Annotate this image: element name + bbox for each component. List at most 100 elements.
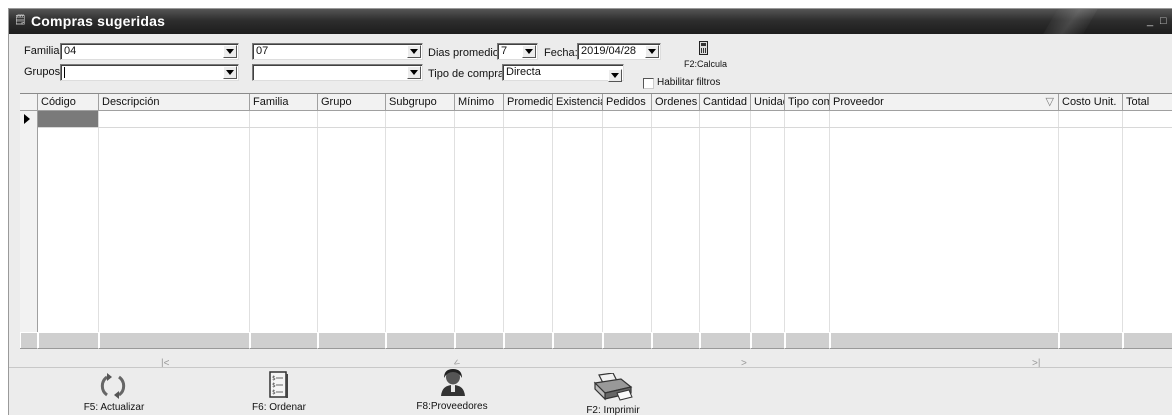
chevron-down-icon[interactable] — [223, 45, 237, 58]
app-icon: 🗒 — [14, 15, 27, 26]
habilitar-filtros-checkbox[interactable] — [643, 78, 654, 89]
grid-column — [386, 111, 455, 332]
window-title: Compras sugeridas — [31, 13, 166, 29]
grid-column — [553, 111, 603, 332]
column-header-promedio[interactable]: Promedio — [504, 94, 553, 111]
chevron-down-icon[interactable] — [645, 45, 659, 58]
grid-column — [455, 111, 504, 332]
svg-text:$: $ — [272, 389, 276, 396]
table-row[interactable] — [99, 111, 1172, 128]
grid-column — [250, 111, 318, 332]
title-bar: 🗒 Compras sugeridas _ □ — [9, 9, 1172, 34]
grid-column — [785, 111, 830, 332]
grupos-from-select[interactable] — [60, 64, 239, 81]
proveedores-label: F8:Proveedores — [416, 401, 488, 412]
minimize-button[interactable]: _ — [1147, 15, 1153, 27]
column-header-proveedor[interactable]: Proveedor ▽ — [830, 94, 1059, 111]
column-header-total[interactable]: Total — [1123, 94, 1172, 111]
printer-icon — [593, 373, 633, 401]
row-indicator-column — [20, 111, 38, 332]
grid-column — [318, 111, 386, 332]
fecha-label: Fecha: — [544, 47, 578, 59]
familias-from-select[interactable]: 04 — [60, 43, 239, 60]
refresh-icon — [100, 373, 126, 399]
grid-footer-cell — [553, 332, 603, 349]
fecha-value: 2019/04/28 — [581, 45, 637, 57]
habilitar-filtros-label[interactable]: Habilitar filtros — [657, 77, 720, 88]
grid-footer-cell — [830, 332, 1059, 349]
column-header-codigo[interactable]: Código — [38, 94, 99, 111]
calculator-icon[interactable] — [699, 41, 708, 55]
column-header-tipo-com[interactable]: Tipo com — [785, 94, 830, 111]
actualizar-button[interactable]: F5: Actualizar — [84, 371, 144, 415]
grid-footer-cell — [785, 332, 830, 349]
column-header-familia[interactable]: Familia — [250, 94, 318, 111]
ordenar-button[interactable]: $ $ $ F6: Ordenar — [249, 371, 309, 415]
user-icon — [441, 369, 465, 396]
tipo-compra-label: Tipo de compra: — [428, 68, 508, 80]
column-header-pedidos[interactable]: Pedidos — [603, 94, 652, 111]
grid-footer-cell — [99, 332, 250, 349]
grid-footer-cell — [386, 332, 455, 349]
grid-footer-cell — [751, 332, 785, 349]
imprimir-label: F2: Imprimir — [586, 405, 640, 416]
column-header-existencia[interactable]: Existencia — [553, 94, 603, 111]
data-grid[interactable]: Código Descripción Familia Grupo Subgrup… — [20, 93, 1172, 349]
grid-footer-cell — [1059, 332, 1123, 349]
grid-footer-cell — [20, 332, 38, 349]
dias-value: 7 — [501, 45, 508, 57]
familias-to-select[interactable]: 07 — [252, 43, 423, 60]
column-header-subgrupo[interactable]: Subgrupo — [386, 94, 455, 111]
grupos-to-select[interactable] — [252, 64, 423, 81]
main-window: 🗒 Compras sugeridas _ □ Familias: 04 07 … — [8, 8, 1172, 416]
column-header-ordenes[interactable]: Ordenes — [652, 94, 700, 111]
svg-text:$: $ — [272, 375, 276, 382]
grid-column — [1059, 111, 1123, 332]
column-header-cantidad[interactable]: Cantidad — [700, 94, 751, 111]
current-row-icon — [24, 114, 30, 124]
column-header-unidad[interactable]: Unidad — [751, 94, 785, 111]
text-cursor — [64, 67, 65, 78]
grid-column — [830, 111, 1059, 332]
grid-column — [751, 111, 785, 332]
dias-select[interactable]: 7 — [497, 43, 538, 60]
grid-footer-cell — [652, 332, 700, 349]
dias-label: Dias promedio: — [428, 47, 502, 59]
chevron-down-icon[interactable] — [223, 66, 237, 79]
chevron-down-icon[interactable] — [407, 45, 421, 58]
chevron-down-icon[interactable] — [407, 66, 421, 79]
calcula-label[interactable]: F2:Calcula — [684, 59, 727, 69]
column-header-grupo[interactable]: Grupo — [318, 94, 386, 111]
fecha-picker[interactable]: 2019/04/28 — [577, 43, 661, 60]
column-header-minimo[interactable]: Mínimo — [455, 94, 504, 111]
row-indicator-header — [20, 94, 38, 111]
column-header-descripcion[interactable]: Descripción — [99, 94, 250, 111]
grid-footer-cell — [455, 332, 504, 349]
grid-column — [652, 111, 700, 332]
chevron-down-icon[interactable] — [608, 69, 622, 82]
proveedor-header-label: Proveedor — [833, 96, 884, 108]
document-list-icon: $ $ $ — [269, 371, 288, 398]
familias-from-value: 04 — [64, 45, 77, 57]
imprimir-button[interactable]: F2: Imprimir — [583, 371, 643, 416]
selected-cell[interactable] — [38, 111, 99, 128]
grupos-label: Grupos: — [24, 66, 64, 78]
maximize-button[interactable]: □ — [1160, 15, 1167, 27]
grid-footer-cell — [318, 332, 386, 349]
grid-footer-cell — [700, 332, 751, 349]
toolbar-divider — [9, 367, 1172, 368]
tipo-compra-select[interactable]: Directa — [502, 64, 624, 82]
grid-footer-cell — [250, 332, 318, 349]
grid-footer-cell — [38, 332, 99, 349]
grid-column — [504, 111, 553, 332]
grid-footer-cell — [1123, 332, 1172, 349]
grid-footer-cell — [504, 332, 553, 349]
grid-footer-cell — [603, 332, 652, 349]
proveedores-button[interactable]: F8:Proveedores — [416, 369, 488, 415]
filter-icon[interactable]: ▽ — [1046, 94, 1054, 110]
ordenar-label: F6: Ordenar — [252, 402, 306, 413]
column-header-costo-unit[interactable]: Costo Unit. — [1059, 94, 1123, 111]
familias-to-value: 07 — [256, 45, 269, 57]
chevron-down-icon[interactable] — [522, 45, 536, 58]
grid-column — [99, 111, 250, 332]
